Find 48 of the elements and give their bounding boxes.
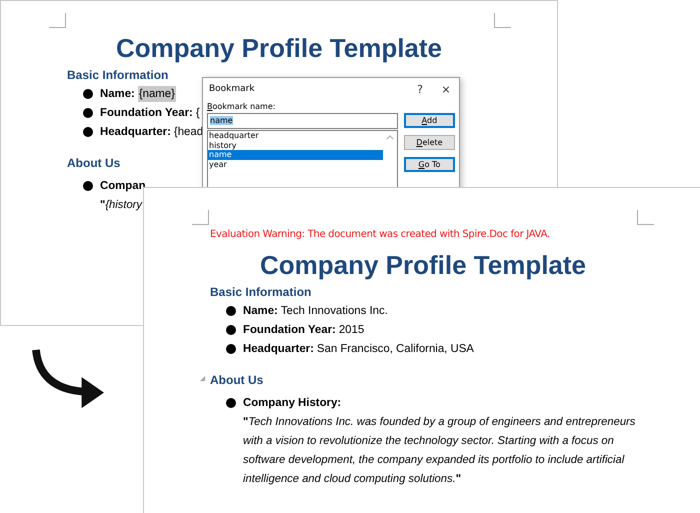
bookmark-name-field[interactable]: name [207,113,398,129]
section-heading: Basic Information [67,68,168,82]
bullet-icon [226,398,236,408]
section-heading: About Us [210,372,264,386]
document-title: Company Profile Template [114,32,444,65]
dialog-button[interactable]: Add [404,113,455,128]
dialog-button[interactable]: Go To [404,157,455,172]
bullet-icon [226,344,236,354]
bullet-icon [83,88,93,98]
field-label: Foundation Year: [243,324,336,336]
margin-corner-mark [49,13,66,28]
field-value: 2015 [338,324,364,336]
section-heading: Basic Information [210,284,312,298]
document-title: Company Profile Template [258,249,588,282]
bullet-icon [83,108,93,118]
bullet-icon [83,126,93,136]
help-button[interactable]: ? [407,82,433,96]
bookmark-item[interactable]: headquarter [208,131,383,140]
history-quote: "Tech Innovations Inc. was founded by a group of engineers and entrepreneurs with a vision to revolutionize the technology sector. Starting with a focus on software development, the company expanded its portfolio to include artificial intelligence and cloud computing solutions." [243,415,636,487]
field-value: San Francisco, California, USA [316,342,474,354]
field-value: Tech Innovations Inc. [280,304,388,316]
history-quote: "{history [100,198,144,213]
bookmark-item[interactable]: history [208,140,383,150]
section-heading: About Us [67,156,120,170]
bullet-icon [226,306,236,316]
dialog-button[interactable]: Delete [404,135,455,150]
collapse-icon[interactable] [199,375,206,382]
bullet-icon [226,324,236,334]
field-label: Name: [243,304,278,316]
field-label: Headquarter: [243,342,314,354]
field-label: Foundation Year: [100,106,193,118]
scroll-up-icon[interactable] [386,135,394,140]
bookmark-item[interactable]: name [208,150,383,160]
field-label: Bookmark name: [207,101,276,113]
margin-corner-mark [192,210,209,225]
field-value: {name} [138,86,176,102]
dialog-title: Bookmark [209,84,256,94]
field-label: Name: [100,88,135,100]
field-label: Company History: [243,396,342,408]
field-value: { [196,106,200,118]
field-label: Headquarter: [100,126,171,138]
field-label: Compan [100,180,146,192]
bullet-icon [83,180,93,190]
bookmark-item[interactable]: year [208,160,383,169]
margin-corner-mark [637,210,654,225]
close-button[interactable]: × [433,82,459,96]
margin-corner-mark [494,13,511,28]
evaluation-warning: Evaluation Warning: The document was created with Spire.Doc for JAVA. [210,228,551,242]
